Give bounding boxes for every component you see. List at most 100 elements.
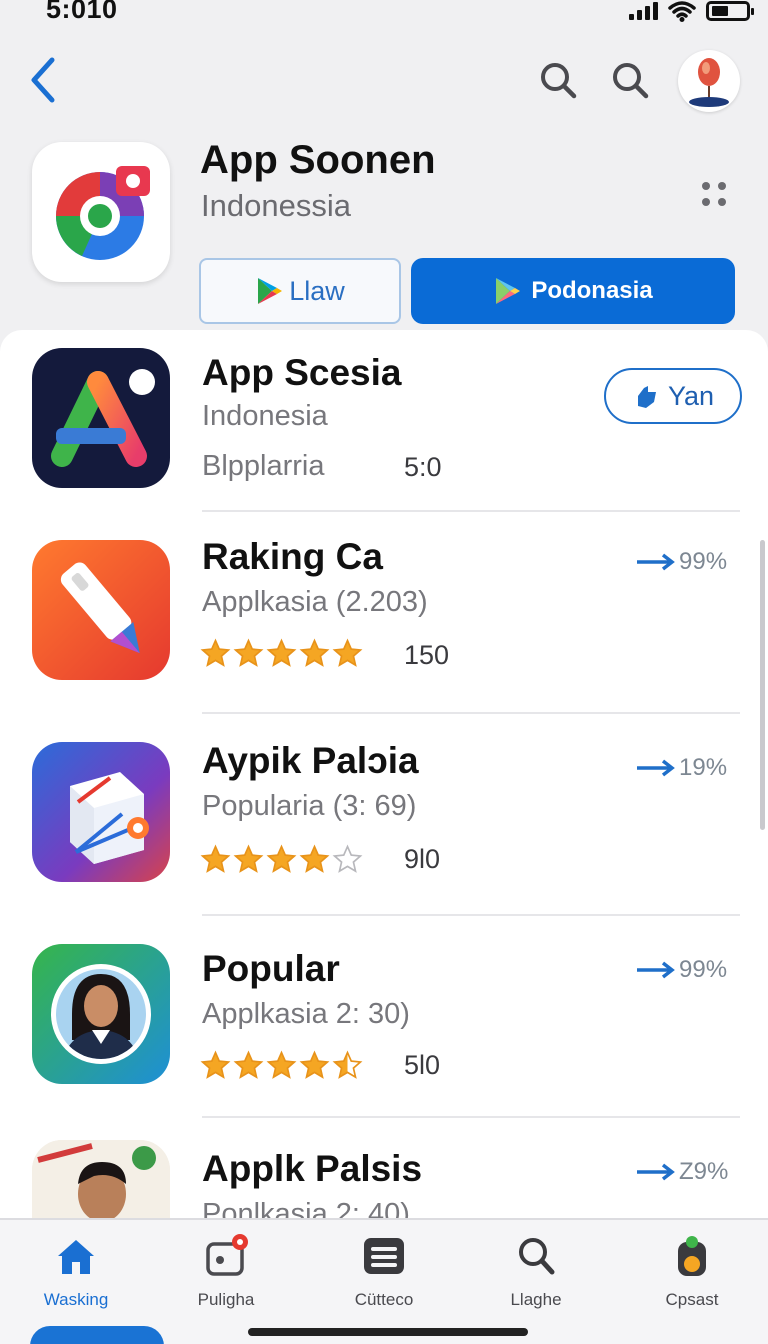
more-options-button[interactable] <box>698 178 730 210</box>
app-subtitle: Applkasia (2.203) <box>202 586 428 618</box>
app-count: 5l0 <box>404 1050 441 1080</box>
featured-app-subtitle: Indonessia <box>201 188 351 223</box>
cellular-signal-icon <box>629 2 658 20</box>
list-item[interactable]: Aypik Palɔia Popularia (3: 69) 9l0 19% <box>0 714 768 916</box>
scrollbar[interactable] <box>760 540 765 830</box>
pen-icon <box>60 562 140 654</box>
trend-arrow-icon <box>637 759 675 777</box>
app-name: Aypik Palɔia <box>202 740 419 781</box>
status-icons <box>629 0 754 22</box>
app-count: 5:0 <box>404 452 442 482</box>
nav-bar <box>0 40 768 120</box>
trend-badge: 19% <box>635 754 727 782</box>
box-icon <box>70 772 149 864</box>
tab-llaghe[interactable]: Llaghe <box>476 1234 596 1324</box>
app-name: Applk Palsis <box>202 1148 423 1189</box>
app-icon <box>32 348 170 488</box>
trend-value: Z9% <box>679 1158 729 1185</box>
app-subtitle: Applkasia 2: 30) <box>202 998 410 1030</box>
trend-value: 99% <box>679 956 728 983</box>
trend-badge: 99% <box>635 548 727 576</box>
tab-label: Cütteco <box>354 1290 414 1309</box>
hand-pointer-icon <box>637 386 656 408</box>
grid-dots-icon <box>702 182 726 206</box>
search-button-secondary[interactable] <box>608 58 652 102</box>
app-count: 9l0 <box>404 844 441 874</box>
status-time: 5:010 <box>46 0 118 24</box>
home-icon <box>58 1240 94 1274</box>
search-button[interactable] <box>536 58 580 102</box>
search-icon <box>519 1238 555 1275</box>
app-name: App Scesia <box>202 352 402 393</box>
battery-icon <box>706 1 754 21</box>
list-item[interactable]: Popular Applkasia 2: 30) 5l0 99% <box>0 916 768 1118</box>
star-filled-icon <box>266 1050 297 1079</box>
tab-label: Puligha <box>197 1290 255 1309</box>
trend-badge: 99% <box>635 956 727 984</box>
featured-app-icon[interactable] <box>32 142 170 282</box>
home-indicator[interactable] <box>248 1328 528 1336</box>
star-filled-icon <box>200 638 231 667</box>
play-store-icon <box>258 278 283 304</box>
list-icon <box>364 1238 404 1274</box>
app-name: Popular <box>202 948 340 989</box>
star-empty-icon <box>332 844 363 873</box>
star-filled-icon <box>233 638 264 667</box>
traffic-light-icon <box>678 1236 706 1276</box>
tab-cutteco[interactable]: Cütteco <box>324 1234 444 1324</box>
trend-arrow-icon <box>637 961 675 979</box>
app-action-label: Yan <box>667 380 715 411</box>
trend-arrow-icon <box>637 553 675 571</box>
featured-app-header: App Soonen Indonessia Llaw Podonasia <box>0 130 768 330</box>
list-item[interactable]: Raking Ca Applkasia (2.203) 150 99% <box>0 512 768 714</box>
tab-label: Cpsast <box>665 1290 719 1309</box>
star-filled-icon <box>233 1050 264 1079</box>
chevron-left-icon <box>31 57 55 103</box>
rating-stars <box>200 638 363 669</box>
star-filled-icon <box>332 638 363 667</box>
tab-label: Llaghe <box>510 1290 562 1309</box>
app-category: Blpplarria <box>202 450 325 482</box>
star-half-icon <box>332 1050 363 1079</box>
star-filled-icon <box>233 844 264 873</box>
tab-wasking[interactable]: Wasking <box>16 1234 136 1324</box>
star-filled-icon <box>200 1050 231 1079</box>
search-icon <box>541 63 577 99</box>
star-filled-icon <box>266 638 297 667</box>
star-filled-icon <box>299 844 330 873</box>
balloon-icon <box>689 58 729 107</box>
status-bar: 5:010 <box>0 0 768 28</box>
star-filled-icon <box>299 638 330 667</box>
peeking-app-icon <box>30 1326 164 1344</box>
trend-arrow-icon <box>637 1163 675 1181</box>
profile-photo-icon <box>51 964 151 1064</box>
podonasia-button[interactable]: Podonasia <box>411 258 735 324</box>
tab-cpsast[interactable]: Cpsast <box>632 1234 752 1324</box>
app-icon <box>32 944 170 1084</box>
app-subtitle: Indonesia <box>202 400 328 432</box>
star-filled-icon <box>299 1050 330 1079</box>
back-button[interactable] <box>22 54 66 106</box>
trend-value: 19% <box>679 754 728 781</box>
app-action-button[interactable]: Yan <box>604 368 742 424</box>
star-filled-icon <box>266 844 297 873</box>
podonasia-button-label: Podonasia <box>531 277 653 304</box>
play-store-icon <box>496 278 521 304</box>
llaw-button-label: Llaw <box>289 275 345 306</box>
camera-app-icon <box>56 166 150 260</box>
tab-puligha[interactable]: Puligha <box>166 1234 286 1324</box>
rating-stars <box>200 844 363 875</box>
app-icon <box>32 540 170 680</box>
tab-label: Wasking <box>43 1290 109 1309</box>
list-item[interactable]: App Scesia Indonesia Blpplarria 5:0 Yan <box>0 330 768 530</box>
search-icon <box>613 63 649 99</box>
profile-avatar[interactable] <box>678 50 740 112</box>
star-filled-icon <box>200 844 231 873</box>
app-a-logo-icon <box>51 369 155 467</box>
app-list: App Scesia Indonesia Blpplarria 5:0 Yan … <box>0 330 768 1344</box>
app-count: 150 <box>404 640 450 670</box>
rating-stars <box>200 1050 363 1081</box>
app-icon <box>32 742 170 882</box>
featured-app-title: App Soonen <box>200 138 436 182</box>
llaw-button[interactable]: Llaw <box>199 258 401 324</box>
